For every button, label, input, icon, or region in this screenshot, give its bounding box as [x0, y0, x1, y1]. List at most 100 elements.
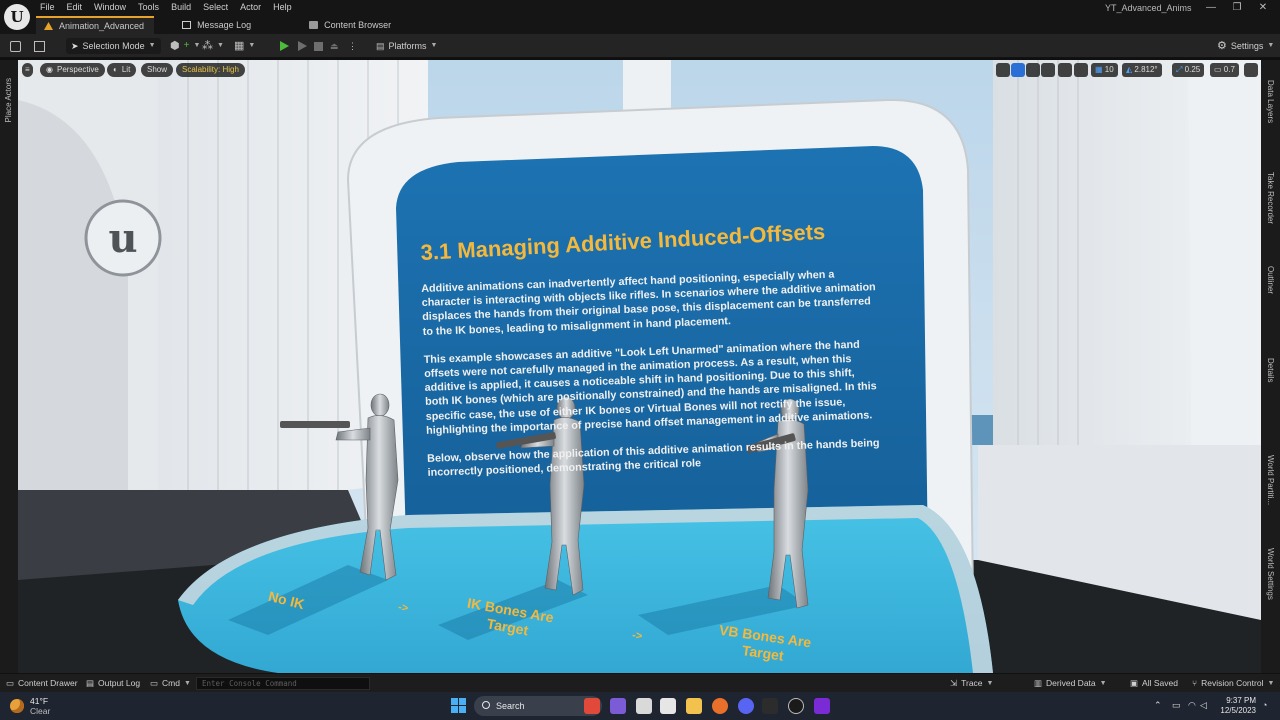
- maximize-button[interactable]: ❐: [1224, 2, 1250, 13]
- output-log-button[interactable]: ▤ Output Log: [86, 677, 140, 690]
- cinematics-button[interactable]: ▦ ▼: [234, 38, 255, 54]
- volume-icon[interactable]: ◁: [1200, 700, 1207, 711]
- epic-games-icon[interactable]: [762, 698, 778, 714]
- trace-dropdown[interactable]: ⇲ Trace ▼: [950, 677, 993, 690]
- system-clock[interactable]: 9:37 PM 12/5/2023: [1216, 696, 1256, 716]
- chevron-down-icon: ▼: [430, 42, 438, 49]
- main-toolbar: ➤ Selection Mode ▼ ⬢ + ▼ ⁂ ▼ ▦ ▼ ⏏ ⋮ ▤ Platf…: [0, 34, 1280, 58]
- terminal-icon: ▭: [150, 678, 159, 688]
- scale-snap-value[interactable]: ⤢ 0.25: [1172, 63, 1205, 77]
- file-explorer-icon[interactable]: [686, 698, 702, 714]
- content-drawer-button[interactable]: ▭ Content Drawer: [6, 677, 78, 690]
- play-icon: [280, 41, 289, 51]
- title-bar: U File Edit Window Tools Build Select Ac…: [0, 0, 1280, 34]
- news-app-icon[interactable]: [584, 698, 600, 714]
- settings-dropdown[interactable]: ⚙ Settings ▼: [1217, 38, 1274, 54]
- menu-actor[interactable]: Actor: [234, 1, 267, 13]
- skip-button[interactable]: [298, 38, 307, 54]
- tab-content-browser[interactable]: Content Browser: [301, 16, 401, 34]
- unreal-logo-icon[interactable]: U: [4, 4, 30, 30]
- data-layers-tab[interactable]: Data Layers: [1266, 80, 1275, 123]
- derived-data-dropdown[interactable]: ▥ Derived Data ▼: [1034, 677, 1107, 690]
- blueprint-button[interactable]: ⁂ ▼: [202, 38, 224, 54]
- board-body: Additive animations can inadvertently af…: [421, 266, 884, 494]
- viewport-layout-icon[interactable]: [1244, 63, 1258, 77]
- wifi-icon[interactable]: ◠: [1188, 700, 1196, 711]
- message-log-icon: [182, 21, 192, 29]
- right-side-rail: Data Layers Take Recorder Outliner Detai…: [1261, 60, 1280, 673]
- menu-help[interactable]: Help: [267, 1, 298, 13]
- details-tab[interactable]: Details: [1266, 358, 1275, 382]
- menu-select[interactable]: Select: [197, 1, 234, 13]
- menu-file[interactable]: File: [34, 1, 61, 13]
- perspective-icon: ◉: [46, 65, 53, 74]
- world-settings-tab[interactable]: World Settings: [1266, 548, 1275, 600]
- world-local-icon[interactable]: [1058, 63, 1072, 77]
- save-icon[interactable]: [10, 38, 21, 54]
- menu-tools[interactable]: Tools: [132, 1, 165, 13]
- camera-speed-value[interactable]: ▭ 0.7: [1210, 63, 1239, 77]
- world-partition-tab[interactable]: World Partiti...: [1266, 455, 1275, 505]
- teams-icon[interactable]: [610, 698, 626, 714]
- eject-button[interactable]: ⏏: [330, 38, 339, 54]
- rotation-snap-value[interactable]: ◭ 2.812°: [1122, 63, 1162, 77]
- notification-bell-icon[interactable]: ◔: [1262, 700, 1267, 710]
- stop-button[interactable]: [314, 38, 323, 54]
- windows-taskbar: 41°F Clear Search ⌃ ▭ ◠ ◁ 9:37 PM 12/5/2…: [0, 692, 1280, 720]
- next-app-icon[interactable]: [814, 698, 830, 714]
- tab-message-log[interactable]: Message Log: [174, 16, 261, 34]
- add-actor-button[interactable]: ⬢ + ▼: [170, 38, 200, 54]
- level-viewport[interactable]: u 3.1 Managing Additive Induced-Offsets …: [18, 60, 1261, 673]
- document-tabs: Animation_Advanced Message Log Content B…: [36, 16, 401, 34]
- show-button[interactable]: Show: [141, 63, 174, 77]
- place-actors-tab[interactable]: Place Actors: [4, 78, 13, 122]
- platforms-dropdown[interactable]: ▤ Platforms ▼: [376, 38, 437, 54]
- board-paragraph: Below, observe how the application of th…: [426, 437, 880, 480]
- discord-icon[interactable]: [738, 698, 754, 714]
- scalability-button[interactable]: Scalability: High: [176, 63, 245, 77]
- taskbar-search[interactable]: Search: [474, 696, 602, 716]
- task-view-icon[interactable]: [636, 698, 652, 714]
- lit-button[interactable]: ◐ Lit: [107, 63, 137, 77]
- window-controls: — ❐ ✕: [1198, 2, 1276, 13]
- tab-animation-advanced[interactable]: Animation_Advanced: [36, 16, 155, 34]
- select-mode-icon[interactable]: [996, 63, 1010, 77]
- weather-widget[interactable]: 41°F Clear: [10, 696, 50, 716]
- minimize-button[interactable]: —: [1198, 2, 1224, 13]
- firefox-icon[interactable]: [712, 698, 728, 714]
- all-saved-status[interactable]: ▣ All Saved: [1130, 677, 1178, 690]
- platforms-icon: ▤: [376, 41, 385, 51]
- menu-window[interactable]: Window: [88, 1, 132, 13]
- notepad-icon[interactable]: [660, 698, 676, 714]
- cursor-icon: ➤: [71, 41, 79, 51]
- monitor-icon[interactable]: ▭: [1172, 700, 1181, 711]
- selection-mode-dropdown[interactable]: ➤ Selection Mode ▼: [66, 38, 161, 54]
- cmd-dropdown[interactable]: ▭ Cmd ▼: [150, 677, 191, 690]
- menu-build[interactable]: Build: [165, 1, 197, 13]
- chevron-up-icon[interactable]: ⌃: [1154, 700, 1162, 711]
- play-button[interactable]: [280, 38, 289, 54]
- content-icon[interactable]: [34, 38, 45, 54]
- surface-snap-icon[interactable]: [1074, 63, 1088, 77]
- translate-icon[interactable]: [1011, 63, 1025, 77]
- menu-edit[interactable]: Edit: [61, 1, 89, 13]
- take-recorder-tab[interactable]: Take Recorder: [1266, 172, 1275, 224]
- rotate-icon[interactable]: [1026, 63, 1040, 77]
- play-options-button[interactable]: ⋮: [348, 38, 357, 54]
- menu-bar: File Edit Window Tools Build Select Acto…: [34, 1, 298, 13]
- scale-icon[interactable]: [1041, 63, 1055, 77]
- viewport-menu-button[interactable]: ≡: [22, 63, 33, 77]
- close-button[interactable]: ✕: [1250, 2, 1276, 13]
- chevron-down-icon: ▼: [1267, 42, 1275, 49]
- outliner-tab[interactable]: Outliner: [1266, 266, 1275, 294]
- temperature: 41°F: [30, 696, 49, 706]
- console-command-input[interactable]: Enter Console Command: [196, 677, 370, 690]
- trace-icon: ⇲: [950, 678, 958, 688]
- windows-start-icon[interactable]: [451, 698, 466, 713]
- unreal-editor-icon[interactable]: [788, 698, 804, 714]
- revision-control-dropdown[interactable]: ⑂ Revision Control ▼: [1192, 677, 1274, 690]
- grid-snap-value[interactable]: ▦ 10: [1091, 63, 1118, 77]
- eject-icon: ⏏: [330, 41, 339, 51]
- level-icon: [44, 22, 53, 30]
- perspective-button[interactable]: ◉ Perspective: [40, 63, 105, 77]
